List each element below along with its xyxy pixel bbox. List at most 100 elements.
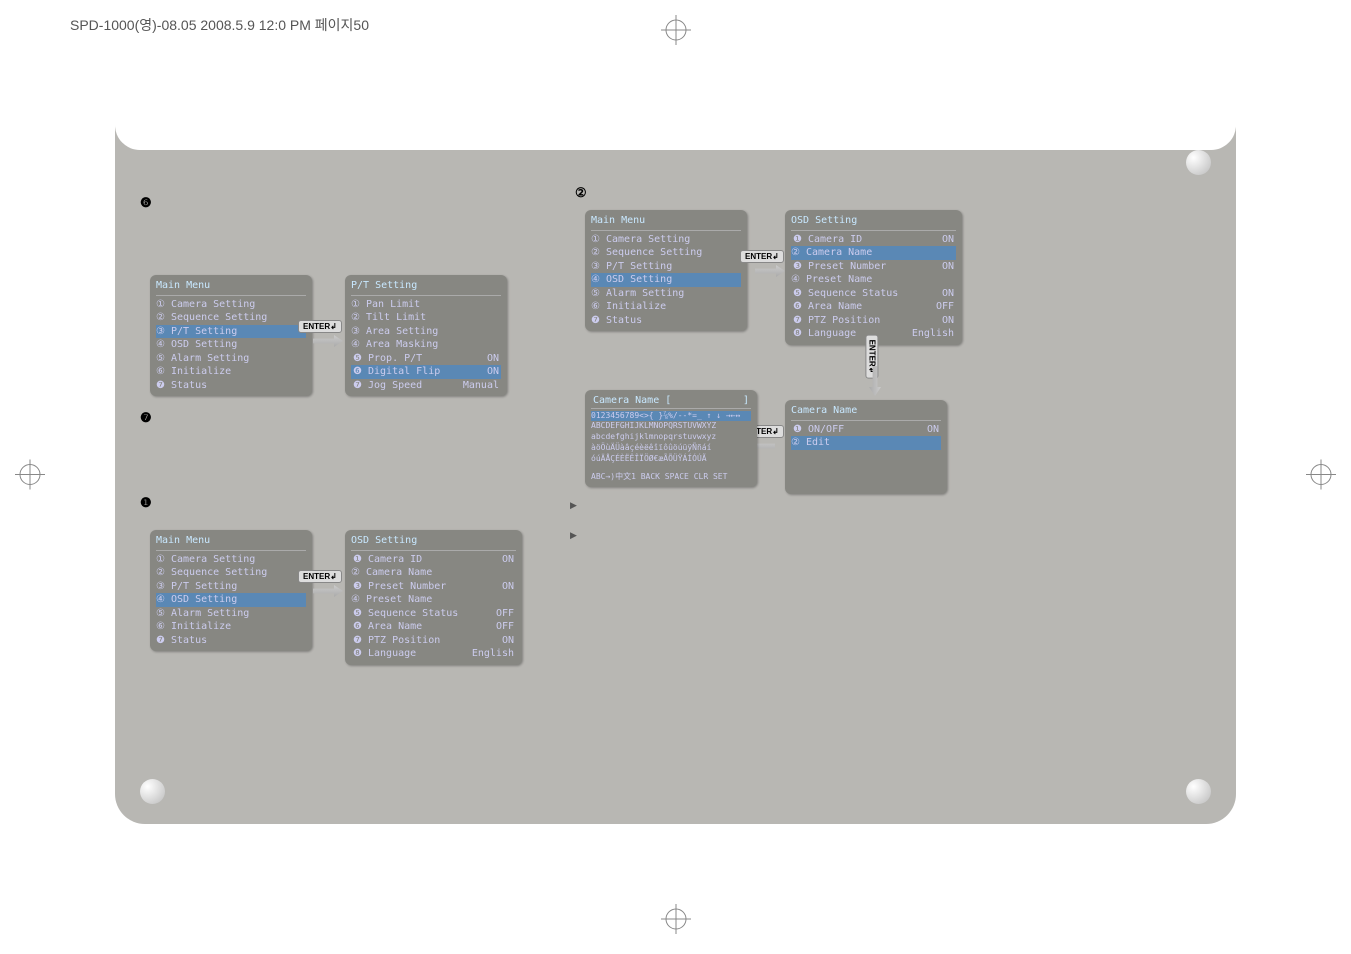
label: ❼ Jog Speed <box>353 379 422 393</box>
value: ON <box>942 260 954 274</box>
osd-setting-box-right: OSD Setting ❶ Camera IDON ② Camera Name … <box>785 210 962 345</box>
menu-item: ❼ PTZ PositionON <box>351 634 516 648</box>
menu-item: ① Pan Limit <box>351 298 501 312</box>
value: ON <box>942 287 954 301</box>
content-panel: ❻ Main Menu ① Camera Setting ② Sequence … <box>115 100 1236 824</box>
value: ON <box>502 553 514 567</box>
camera-name-editor: Camera Name [ ] 0123456789<>{ }⅞%/--*=_ … <box>585 390 757 487</box>
menu-item: ① Camera Setting <box>591 233 741 247</box>
menu-item: ❺ Sequence Status ON <box>791 287 956 301</box>
value: English <box>472 647 514 661</box>
arrow-right-icon <box>313 335 343 347</box>
menu-item: ③ Area Setting <box>351 325 501 339</box>
menu-item: ❼ Jog Speed Manual <box>351 379 501 393</box>
title-bracket: ] <box>743 394 749 408</box>
menu-title: OSD Setting <box>791 214 956 231</box>
menu-title: P/T Setting <box>351 279 501 296</box>
menu-item: ❼ PTZ PositionON <box>791 314 956 328</box>
label: ❶ ON/OFF <box>793 423 844 437</box>
label: ❽ Language <box>353 647 416 661</box>
menu-item: ❸ Preset NumberON <box>791 260 956 274</box>
menu-title: Main Menu <box>156 534 306 551</box>
crop-mark-left <box>15 460 45 495</box>
enter-key-label: ENTER↲ <box>740 250 784 263</box>
crop-mark-bottom <box>661 904 691 939</box>
value: OFF <box>936 300 954 314</box>
value: Manual <box>463 379 499 393</box>
char-row: abcdefghijklmnopqrstuvwxyz <box>591 432 751 443</box>
menu-item: ⑤ Alarm Setting <box>156 352 306 366</box>
label: ❸ Preset Number <box>353 580 446 594</box>
menu-item: ❼ Status <box>591 314 741 328</box>
bullet-arrow-icon: ▶ <box>570 500 577 511</box>
char-row: àöÖùÄÜàâçéèëêîïôûöúüÿÑñáí <box>591 443 751 454</box>
menu-item: ❼ Status <box>156 634 306 648</box>
menu-item: ④ OSD Setting <box>156 338 306 352</box>
enter-key-label: ENTER↲ <box>298 570 342 583</box>
menu-item: ❻ Area Name OFF <box>791 300 956 314</box>
label: ❻ Area Name <box>793 300 862 314</box>
value: English <box>912 327 954 341</box>
menu-title: OSD Setting <box>351 534 516 551</box>
value: ON <box>487 352 499 366</box>
menu-item: ⑥ Initialize <box>156 365 306 379</box>
label: ❻ Area Name <box>353 620 422 634</box>
arrow-right-icon <box>313 585 343 597</box>
label: ❼ PTZ Position <box>353 634 440 648</box>
menu-item: ⑤ Alarm Setting <box>156 607 306 621</box>
value: ON <box>487 365 499 379</box>
osd-setting-box-left: OSD Setting ❶ Camera IDON ② Camera Name … <box>345 530 522 665</box>
char-row: ABCDEFGHIJKLMNOPQRSTUVWXYZ <box>591 421 751 432</box>
section-number-7: ❼ <box>140 410 152 426</box>
label: ❶ Camera ID <box>353 553 422 567</box>
menu-item: ② Sequence Setting <box>591 246 741 260</box>
value: OFF <box>496 620 514 634</box>
main-menu-box-sec2: Main Menu ① Camera Setting ② Sequence Se… <box>585 210 747 331</box>
menu-item: ❶ Camera ID ON <box>351 553 516 567</box>
menu-item: ② Sequence Setting <box>156 566 306 580</box>
menu-title: Main Menu <box>156 279 306 296</box>
menu-item: ② Sequence Setting <box>156 311 306 325</box>
menu-item-highlight: ③ P/T Setting <box>156 325 306 339</box>
label: ❺ Prop. P/T <box>353 352 422 366</box>
menu-item: ③ P/T Setting <box>156 580 306 594</box>
label: ❻ Digital Flip <box>353 365 440 379</box>
menu-item-highlight: ❻ Digital Flip ON <box>351 365 501 379</box>
decor-sphere-top <box>1186 150 1211 175</box>
section-number-6: ❻ <box>140 195 152 211</box>
label: ❺ Sequence Status <box>793 287 898 301</box>
page: SPD-1000(영)-08.05 2008.5.9 12:0 PM 페이지50… <box>0 0 1351 954</box>
menu-item-highlight: ④ OSD Setting <box>156 593 306 607</box>
value: ON <box>942 233 954 247</box>
menu-item-highlight: ② Camera Name <box>791 246 956 260</box>
char-row: 0123456789<>{ }⅞%/--*=_ ↑ ↓ →←↔ <box>591 411 751 422</box>
section-number-1: ❶ <box>140 495 152 511</box>
menu-title: Main Menu <box>591 214 741 231</box>
menu-item: ④ Preset Name <box>351 593 516 607</box>
main-menu-box-sec6: Main Menu ① Camera Setting ② Sequence Se… <box>150 275 312 396</box>
menu-item: ❶ Camera IDON <box>791 233 956 247</box>
decor-sphere-bottom-right <box>1186 779 1211 804</box>
camera-name-submenu: Camera Name ❶ ON/OFFON ② Edit <box>785 400 947 494</box>
title-text: Camera Name [ <box>593 394 671 408</box>
menu-item: ③ P/T Setting <box>591 260 741 274</box>
decor-sphere-bottom-left <box>140 779 165 804</box>
menu-item: ② Camera Name <box>351 566 516 580</box>
blank-row <box>791 450 941 490</box>
section-number-2: ② <box>575 185 587 201</box>
char-row: óúÄÅÇÉÈËÊÎÏÖØ€æÃÕÜŸÁÍÓÚÃ <box>591 454 751 465</box>
menu-item: ⑥ Initialize <box>156 620 306 634</box>
pt-setting-box: P/T Setting ① Pan Limit ② Tilt Limit ③ A… <box>345 275 507 396</box>
arrow-right-icon <box>755 265 785 277</box>
menu-item: ❺ Prop. P/T ON <box>351 352 501 366</box>
menu-item: ④ Preset Name <box>791 273 956 287</box>
menu-item: ② Tilt Limit <box>351 311 501 325</box>
label: ❼ PTZ Position <box>793 314 880 328</box>
menu-item: ❶ ON/OFFON <box>791 423 941 437</box>
menu-item: ⑥ Initialize <box>591 300 741 314</box>
menu-title: Camera Name <box>791 404 941 421</box>
label: ❺ Sequence Status <box>353 607 458 621</box>
crop-mark-top <box>661 15 691 50</box>
bullet-arrow-icon: ▶ <box>570 530 577 541</box>
menu-item: ④ Area Masking <box>351 338 501 352</box>
